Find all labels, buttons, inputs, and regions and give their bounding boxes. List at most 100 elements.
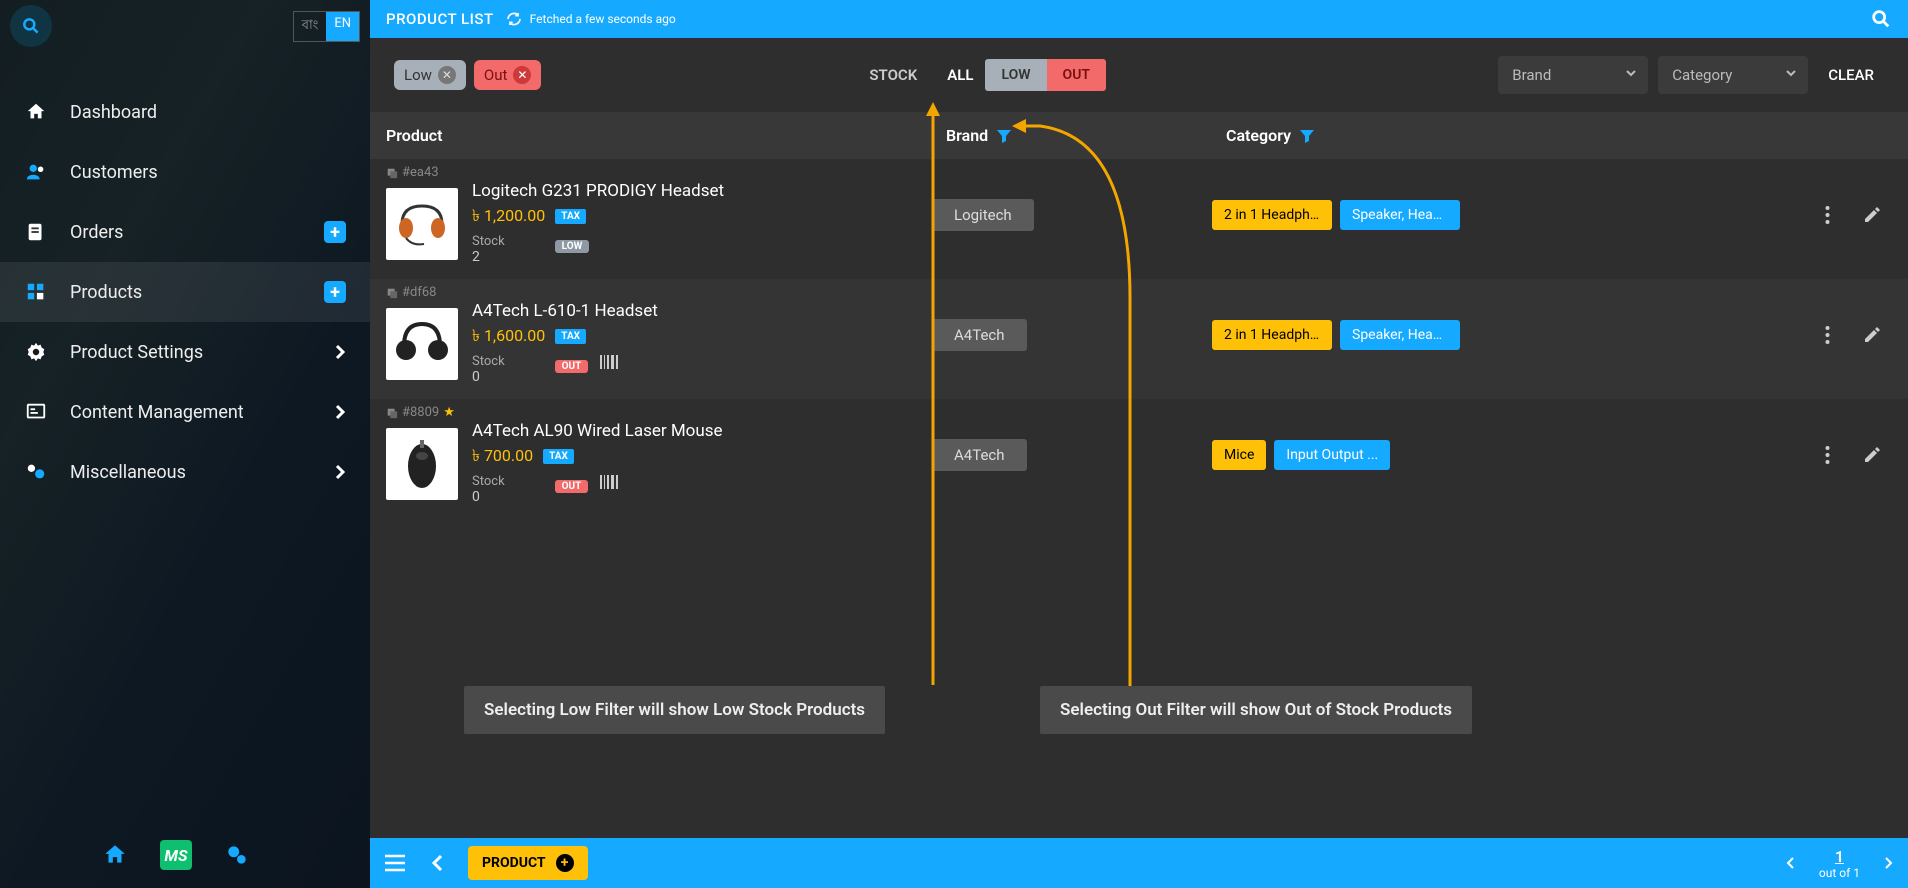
chip-label: Low	[404, 66, 432, 84]
nav-miscellaneous[interactable]: Miscellaneous	[0, 442, 370, 502]
active-filter-low[interactable]: Low ✕	[394, 60, 466, 90]
lang-bn[interactable]: বাং	[294, 12, 327, 41]
nav-content-management[interactable]: Content Management	[0, 382, 370, 442]
th-brand-label: Brand	[946, 126, 988, 145]
th-product: Product	[386, 126, 946, 145]
stock-status-badge: OUT	[555, 480, 589, 493]
brand-cell: Logitech	[932, 199, 1212, 231]
filter-row: Low ✕ Out ✕ STOCK ALL LOW OUT Brand Cate…	[370, 38, 1908, 112]
sidebar: বাং EN Dashboard Customers Orders + Prod…	[0, 0, 370, 888]
category-cell: 2 in 1 Headpho... Speaker, Head...	[1212, 320, 1825, 350]
product-price: ৳ 700.00	[472, 443, 533, 470]
nav: Dashboard Customers Orders + Products + …	[0, 82, 370, 502]
stock-filter-all[interactable]: ALL	[935, 58, 985, 92]
edit-icon[interactable]	[1862, 205, 1882, 225]
copy-icon	[386, 407, 398, 419]
remove-filter-icon[interactable]: ✕	[513, 66, 531, 84]
active-filter-out[interactable]: Out ✕	[474, 60, 542, 90]
table-row[interactable]: #df68 A4Tech L-610-1 Headset ৳ 1,600.00 …	[370, 279, 1908, 399]
back-icon[interactable]	[430, 853, 444, 873]
row-actions	[1825, 205, 1882, 225]
menu-icon[interactable]	[384, 854, 406, 872]
product-price: ৳ 1,200.00	[472, 203, 545, 230]
pager: 1 out of 1	[1785, 847, 1894, 880]
category-pill[interactable]: 2 in 1 Headpho...	[1212, 200, 1332, 230]
chevron-right-icon	[334, 463, 346, 481]
settings-shortcut[interactable]	[222, 840, 252, 870]
th-brand[interactable]: Brand	[946, 126, 1226, 145]
topbar-search-button[interactable]	[1870, 8, 1892, 30]
more-icon[interactable]	[1825, 205, 1830, 225]
sidebar-search-button[interactable]	[10, 5, 52, 47]
category-pill[interactable]: Mice	[1212, 440, 1266, 470]
category-pill[interactable]: Speaker, Head...	[1340, 320, 1460, 350]
refresh-status[interactable]: Fetched a few seconds ago	[506, 11, 676, 27]
copy-icon	[386, 167, 398, 179]
category-pill[interactable]: 2 in 1 Headpho...	[1212, 320, 1332, 350]
nav-label: Customers	[70, 162, 158, 183]
remove-filter-icon[interactable]: ✕	[438, 66, 456, 84]
nav-customers[interactable]: Customers	[0, 142, 370, 202]
product-id: #df68	[386, 285, 436, 300]
pager-next[interactable]	[1884, 856, 1894, 870]
chevron-right-icon	[334, 343, 346, 361]
dropdown-label: Brand	[1512, 66, 1551, 84]
add-product-button[interactable]: PRODUCT +	[468, 846, 588, 880]
edit-icon[interactable]	[1862, 445, 1882, 465]
stock-filter-low[interactable]: LOW	[985, 59, 1046, 91]
brand-pill[interactable]: A4Tech	[932, 319, 1027, 351]
content-icon	[24, 400, 48, 424]
products-icon	[24, 280, 48, 304]
product-name: A4Tech L-610-1 Headset	[472, 301, 932, 321]
nav-products[interactable]: Products +	[0, 262, 370, 322]
sidebar-bottom: MS	[0, 822, 370, 888]
fetched-label: Fetched a few seconds ago	[530, 12, 676, 26]
refresh-icon	[506, 11, 522, 27]
nav-product-settings[interactable]: Product Settings	[0, 322, 370, 382]
home-shortcut[interactable]	[100, 840, 130, 870]
table-row[interactable]: #ea43 Logitech G231 PRODIGY Headset ৳ 1,…	[370, 159, 1908, 279]
search-icon	[21, 16, 41, 36]
clear-button[interactable]: CLEAR	[1818, 58, 1884, 92]
more-icon[interactable]	[1825, 325, 1830, 345]
nav-dashboard[interactable]: Dashboard	[0, 82, 370, 142]
row-actions	[1825, 445, 1882, 465]
id-text: #8809	[402, 405, 439, 420]
star-icon: ★	[443, 405, 455, 420]
product-info: A4Tech L-610-1 Headset ৳ 1,600.00 TAX St…	[472, 301, 932, 385]
products-add-button[interactable]: +	[324, 281, 346, 303]
category-pill[interactable]: Input Output ...	[1274, 440, 1390, 470]
stock-count: 2	[472, 249, 505, 265]
orders-add-button[interactable]: +	[324, 221, 346, 243]
th-category[interactable]: Category	[1226, 126, 1892, 145]
stock-label: Stock	[472, 474, 505, 489]
brand-pill[interactable]: Logitech	[932, 199, 1034, 231]
stock-label: STOCK	[869, 66, 917, 84]
category-dropdown[interactable]: Category	[1658, 56, 1808, 94]
stock-label: Stock	[472, 234, 505, 249]
annotation-out: Selecting Out Filter will show Out of St…	[1040, 686, 1472, 734]
sidebar-top: বাং EN	[0, 0, 370, 52]
topbar: PRODUCT LIST Fetched a few seconds ago	[370, 0, 1908, 38]
stock-filter-out[interactable]: OUT	[1047, 59, 1106, 91]
product-info: A4Tech AL90 Wired Laser Mouse ৳ 700.00 T…	[472, 421, 932, 505]
table-row[interactable]: #8809 ★ A4Tech AL90 Wired Laser Mouse ৳ …	[370, 399, 1908, 519]
id-text: #ea43	[402, 165, 439, 180]
stock-count: 0	[472, 489, 505, 505]
nav-orders[interactable]: Orders +	[0, 202, 370, 262]
pager-prev[interactable]	[1785, 856, 1795, 870]
search-icon	[1870, 8, 1892, 30]
brand-dropdown[interactable]: Brand	[1498, 56, 1648, 94]
lang-en[interactable]: EN	[326, 12, 359, 41]
bottombar: PRODUCT + 1 out of 1	[370, 838, 1908, 888]
id-text: #df68	[402, 285, 436, 300]
nav-label: Products	[70, 282, 142, 303]
ms-badge[interactable]: MS	[160, 840, 192, 870]
category-cell: Mice Input Output ...	[1212, 440, 1825, 470]
category-pill[interactable]: Speaker, Head...	[1340, 200, 1460, 230]
tax-badge: TAX	[555, 329, 586, 344]
tax-badge: TAX	[555, 209, 586, 224]
more-icon[interactable]	[1825, 445, 1830, 465]
brand-pill[interactable]: A4Tech	[932, 439, 1027, 471]
edit-icon[interactable]	[1862, 325, 1882, 345]
